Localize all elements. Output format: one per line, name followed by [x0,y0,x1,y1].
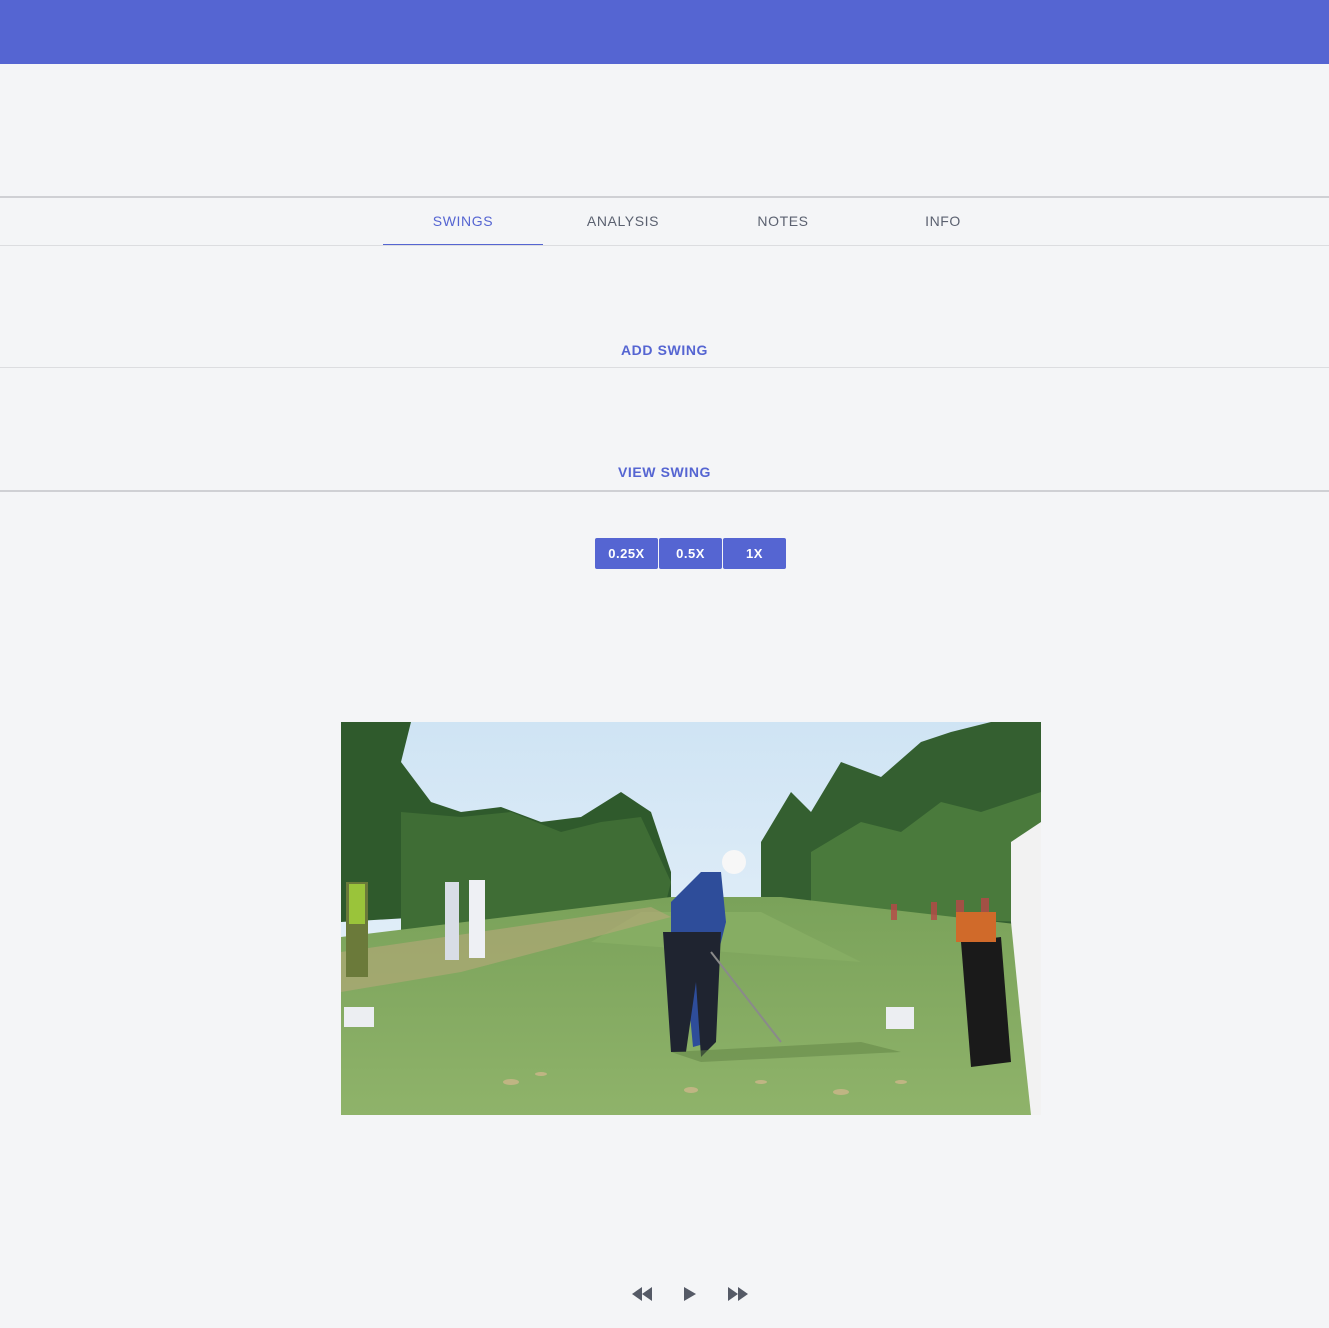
divider [0,367,1329,368]
swing-video[interactable] [341,722,1041,1115]
tab-notes[interactable]: NOTES [703,199,863,245]
app-bar [0,0,1329,64]
speed-normal-button[interactable]: 1X [723,538,786,569]
tab-analysis[interactable]: ANALYSIS [543,199,703,245]
divider [0,245,1329,246]
rewind-icon[interactable] [627,1281,657,1307]
divider [0,490,1329,492]
playback-speed-group: 0.25X 0.5X 1X [595,538,786,569]
tab-swings[interactable]: SWINGS [383,199,543,246]
video-frame [341,722,1041,1115]
divider [0,196,1329,198]
tab-info[interactable]: INFO [863,199,1023,245]
player-controls [627,1281,753,1307]
view-swing-button[interactable]: VIEW SWING [0,464,1329,480]
fast-forward-icon[interactable] [723,1281,753,1307]
speed-quarter-button[interactable]: 0.25X [595,538,658,569]
play-icon[interactable] [675,1281,705,1307]
add-swing-button[interactable]: ADD SWING [0,342,1329,358]
tab-bar: SWINGS ANALYSIS NOTES INFO [383,199,1023,246]
speed-half-button[interactable]: 0.5X [659,538,722,569]
